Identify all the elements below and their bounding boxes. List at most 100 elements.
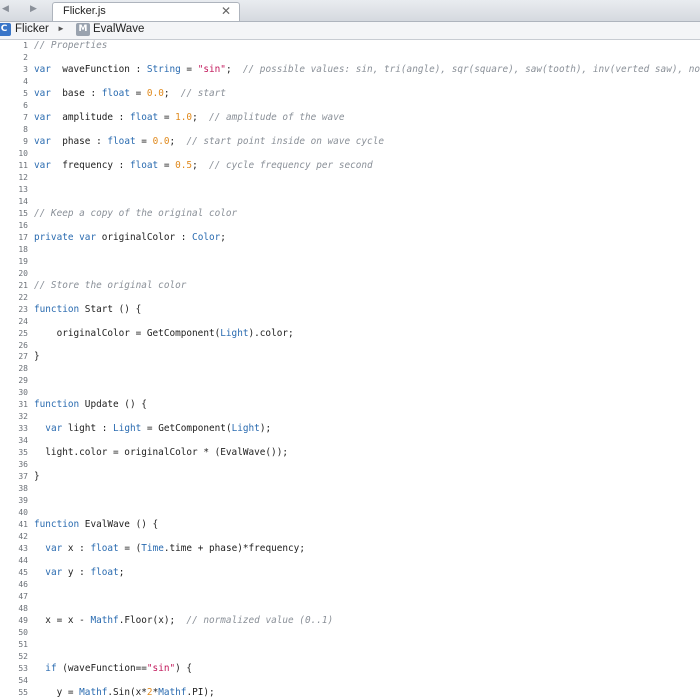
code-text: function Update () {	[34, 399, 147, 411]
back-arrow-icon[interactable]: ◀	[2, 3, 9, 14]
code-text: var frequency : float = 0.5; // cycle fr…	[34, 160, 373, 172]
code-token: var	[45, 423, 63, 435]
line-number: 29	[18, 376, 28, 386]
code-token: originalColor :	[96, 231, 193, 243]
code-token: Mathf	[158, 686, 187, 698]
code-token: 0.0	[152, 135, 170, 147]
line-number: 33	[18, 424, 28, 434]
code-token: // start	[180, 87, 226, 99]
code-token: 0.0	[146, 87, 164, 99]
code-text: var phase : float = 0.0; // start point …	[34, 136, 384, 148]
line-number: 1	[23, 41, 28, 50]
line-number: 53	[18, 663, 28, 673]
line-number: 8	[23, 124, 28, 134]
line-number: 21	[18, 280, 28, 290]
line-number: 4	[23, 76, 28, 86]
code-token: =	[180, 63, 198, 75]
code-token: 0.5	[175, 159, 193, 171]
code-token: waveFunction :	[50, 63, 147, 75]
code-token: =	[158, 159, 176, 171]
code-token: ;	[163, 87, 181, 99]
code-token: float	[129, 159, 159, 171]
code-text: y = Mathf.Sin(x*2*Mathf.PI);	[34, 687, 215, 699]
code-token: var	[34, 135, 51, 147]
code-text: }	[34, 471, 40, 483]
forward-arrow-icon[interactable]: ▶	[30, 3, 37, 14]
code-editor[interactable]: 1// Properties 2 3 var waveFunction : Strin…	[0, 40, 700, 700]
code-token: Light	[220, 327, 249, 339]
line-number: 36	[18, 460, 28, 470]
line-number: 9	[23, 136, 28, 146]
line-number: 22	[18, 292, 28, 302]
code-token: .Sin(x*	[107, 686, 147, 698]
line-number: 40	[18, 508, 28, 518]
code-token: .time + phase)*frequency;	[163, 543, 305, 555]
code-token: // start point inside on wave cycle	[186, 135, 384, 147]
code-token: x :	[62, 543, 91, 555]
code-token: var	[34, 87, 51, 99]
code-token: private var	[34, 231, 97, 243]
line-number: 27	[18, 352, 28, 362]
line-number: 47	[18, 592, 28, 602]
line-number: 52	[18, 651, 28, 661]
line-number: 31	[18, 400, 28, 410]
code-token: Time	[141, 543, 164, 555]
line-number: 12	[18, 172, 28, 182]
line-number: 25	[18, 328, 28, 338]
code-token: var	[45, 543, 63, 555]
line-number: 28	[18, 364, 28, 374]
close-icon[interactable]: ✕	[221, 4, 231, 18]
code-token: ;	[220, 231, 226, 243]
code-token: Light	[231, 423, 260, 435]
line-number: 51	[18, 640, 28, 649]
code-text: var amplitude : float = 1.0; // amplitud…	[34, 112, 344, 124]
code-token: function	[34, 303, 80, 315]
line-number: 55	[18, 687, 28, 697]
line-number: 14	[18, 196, 28, 206]
code-text: light.color = originalColor * (EvalWave(…	[34, 447, 288, 459]
code-token: Start () {	[79, 303, 142, 315]
code-token: =	[158, 111, 176, 123]
line-number: 11	[18, 160, 28, 170]
code-token: phase :	[50, 135, 108, 147]
code-text: }	[34, 351, 40, 363]
line-number: 2	[23, 52, 28, 62]
code-token: var	[34, 63, 51, 75]
code-text: var light : Light = GetComponent(Light);	[34, 423, 271, 435]
tab-flicker-js[interactable]: Flicker.js ✕	[52, 2, 240, 21]
breadcrumb-class[interactable]: Flicker	[15, 23, 49, 35]
breadcrumb-method[interactable]: EvalWave	[93, 23, 144, 35]
tab-bar: ◀ ▶ Flicker.js ✕	[0, 0, 700, 22]
code-token: float	[129, 111, 159, 123]
code-token: = (	[118, 543, 142, 555]
tab-title: Flicker.js	[63, 5, 106, 17]
line-number: 35	[18, 448, 28, 458]
method-icon: M	[76, 23, 90, 36]
code-token: ) {	[175, 662, 193, 674]
code-token: "sin"	[146, 662, 176, 674]
code-token: // Store the original color	[34, 279, 187, 291]
code-token: // normalized value (0..1)	[186, 615, 334, 627]
code-token: if	[45, 662, 57, 674]
code-text: var waveFunction : String = "sin"; // po…	[34, 64, 700, 76]
code-token: =	[135, 135, 153, 147]
code-token: // Keep a copy of the original color	[34, 207, 238, 219]
code-token: y :	[62, 567, 91, 579]
line-number: 23	[18, 304, 28, 314]
code-text: if (waveFunction=="sin") {	[34, 663, 192, 675]
line-number: 41	[18, 520, 28, 530]
code-token: var	[34, 111, 51, 123]
line-number: 15	[18, 208, 28, 218]
line-number: 48	[18, 604, 28, 614]
code-token: Mathf	[79, 686, 108, 698]
code-token: "sin"	[197, 63, 226, 75]
code-token: String	[146, 63, 181, 75]
line-number: 50	[18, 628, 28, 638]
code-token: originalColor = GetComponent(	[34, 327, 221, 339]
code-token: ;	[169, 135, 187, 147]
code-token: var	[45, 567, 63, 579]
code-token: Update () {	[79, 399, 147, 411]
line-number: 20	[18, 268, 28, 278]
